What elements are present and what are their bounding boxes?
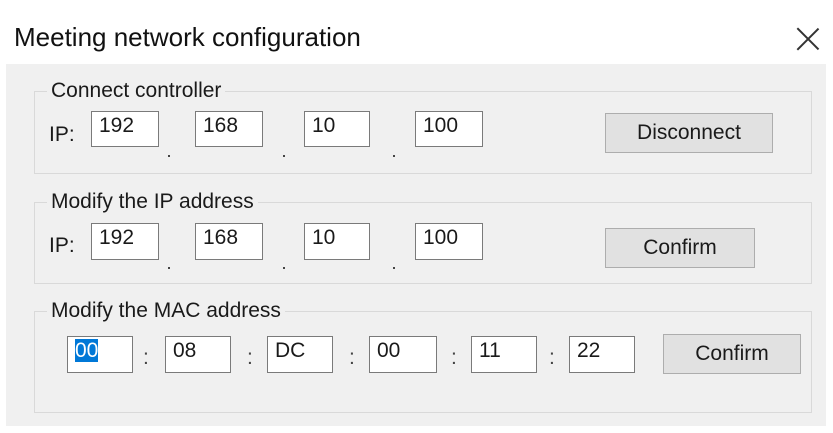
selected-text: 00 [75, 339, 99, 362]
ip-dot-separator [393, 155, 395, 157]
confirm-ip-button[interactable]: Confirm [605, 228, 755, 268]
mac-colon-separator: : [143, 346, 149, 369]
mac-octet-2-input[interactable]: 08 [165, 336, 231, 373]
network-config-dialog: Meeting network configuration Connect co… [0, 0, 833, 433]
dialog-title: Meeting network configuration [14, 22, 361, 52]
ip-label: IP: [49, 234, 75, 257]
mac-octet-3-input[interactable]: DC [267, 336, 333, 373]
ip-octet-1-input[interactable]: 192 [91, 111, 159, 147]
disconnect-button[interactable]: Disconnect [605, 113, 773, 153]
ip-octet-1-input[interactable]: 192 [91, 223, 159, 260]
close-icon[interactable] [790, 22, 826, 58]
modify-ip-group: Modify the IP address IP: 192 168 10 100… [34, 190, 812, 284]
ip-octet-3-input[interactable]: 10 [304, 223, 370, 260]
confirm-mac-button[interactable]: Confirm [663, 334, 801, 374]
title-bar: Meeting network configuration [0, 0, 833, 70]
ip-dot-separator [168, 267, 170, 269]
ip-label: IP: [49, 123, 75, 146]
ip-dot-separator [283, 267, 285, 269]
ip-dot-separator [393, 267, 395, 269]
ip-octet-4-input[interactable]: 100 [415, 111, 483, 147]
ip-octet-2-input[interactable]: 168 [195, 223, 263, 260]
modify-mac-legend: Modify the MAC address [47, 299, 285, 323]
connect-controller-legend: Connect controller [47, 79, 226, 103]
ip-octet-2-input[interactable]: 168 [195, 111, 263, 147]
connect-controller-group: Connect controller IP: 192 168 10 100 Di… [34, 79, 812, 174]
mac-colon-separator: : [349, 346, 355, 369]
ip-dot-separator [283, 155, 285, 157]
ip-dot-separator [168, 155, 170, 157]
ip-octet-3-input[interactable]: 10 [304, 111, 370, 147]
mac-octet-5-input[interactable]: 11 [471, 336, 537, 373]
dialog-client-area: Connect controller IP: 192 168 10 100 Di… [6, 64, 826, 426]
mac-octet-6-input[interactable]: 22 [569, 336, 635, 373]
mac-octet-1-input[interactable]: 00 [67, 336, 133, 373]
ip-octet-4-input[interactable]: 100 [415, 223, 483, 260]
mac-octet-4-input[interactable]: 00 [369, 336, 437, 373]
modify-ip-legend: Modify the IP address [47, 190, 258, 214]
mac-colon-separator: : [549, 346, 555, 369]
modify-mac-group: Modify the MAC address 00 : 08 : DC : 00… [34, 299, 812, 413]
mac-colon-separator: : [451, 346, 457, 369]
mac-colon-separator: : [247, 346, 253, 369]
